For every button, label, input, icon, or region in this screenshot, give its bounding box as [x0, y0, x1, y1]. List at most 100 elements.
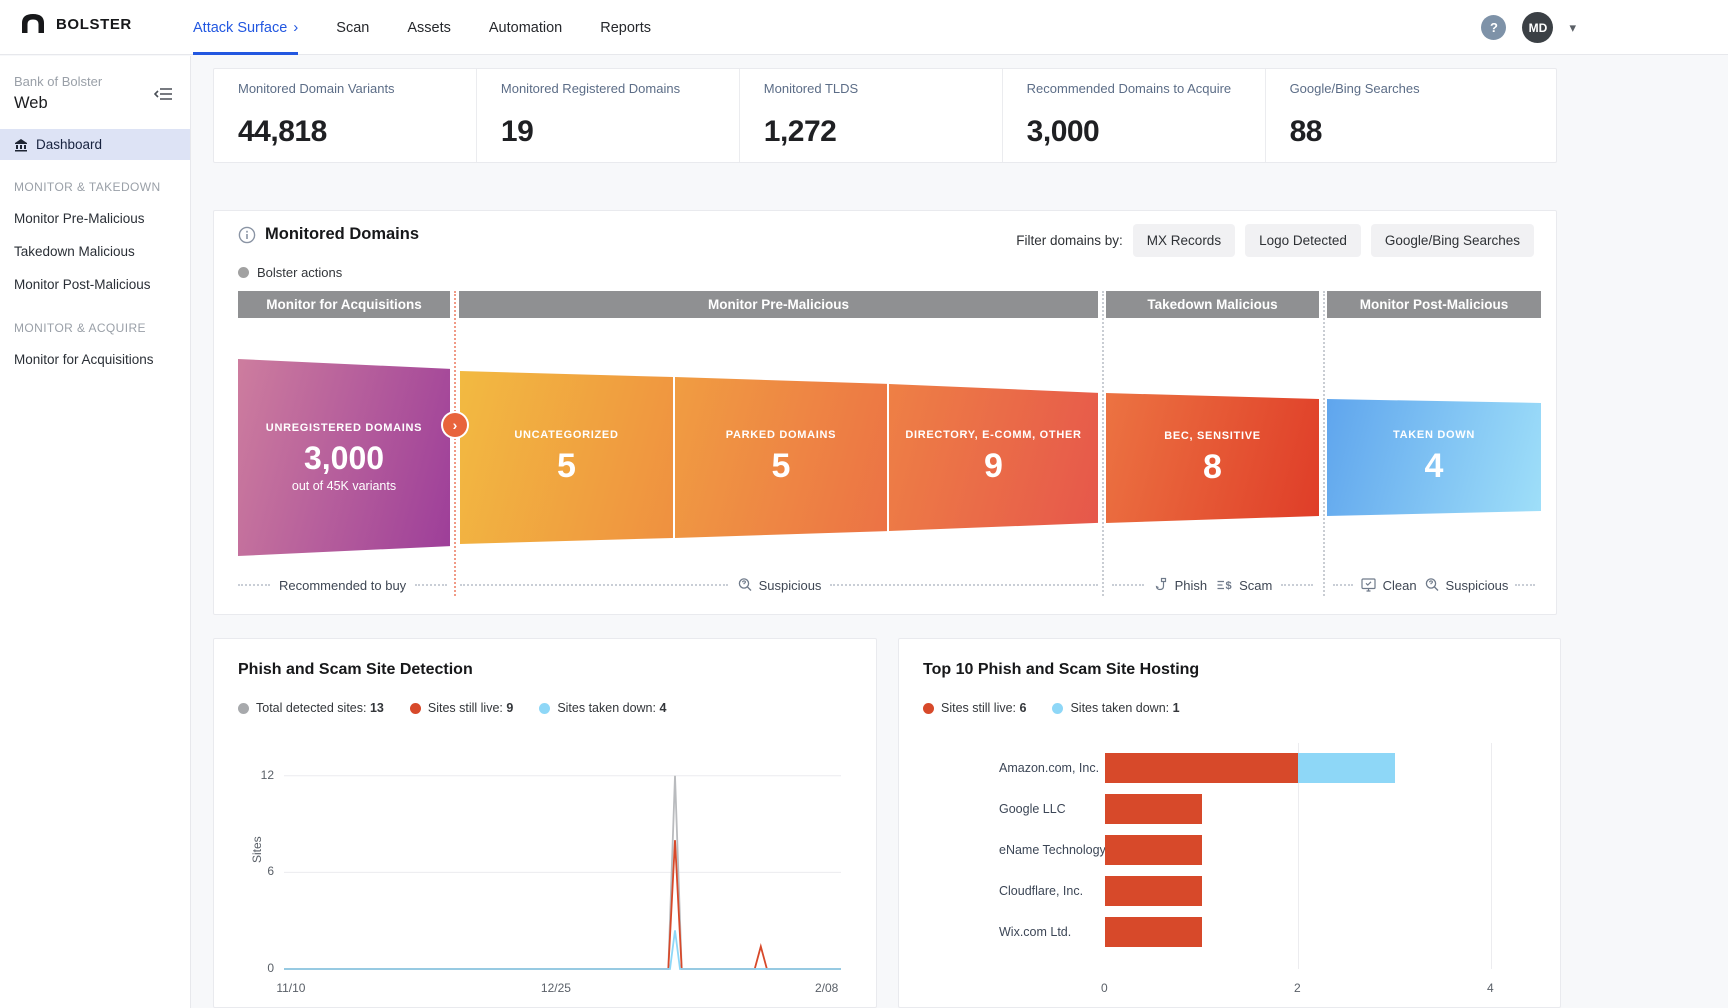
nav-reports[interactable]: Reports: [600, 0, 651, 55]
x-tick: 11/10: [276, 981, 305, 995]
primary-nav: Attack Surface› Scan Assets Automation R…: [193, 0, 651, 55]
bar-category-label: Amazon.com, Inc.: [999, 753, 1099, 783]
sites-still-live-line: [284, 840, 841, 969]
filter-logo-detected-button[interactable]: Logo Detected: [1245, 224, 1361, 257]
sites-still-live-bar[interactable]: [1105, 835, 1202, 865]
clean-status: Clean: [1360, 577, 1417, 593]
dotted-line: [1333, 584, 1353, 586]
phish-hook-icon: [1153, 577, 1169, 593]
dotted-line: [415, 584, 447, 586]
funnel-segment-parked-domains[interactable]: PARKED DOMAINS 5: [675, 377, 887, 538]
stat-label: Monitored Registered Domains: [501, 81, 739, 96]
column-header-monitor-post-malicious: Monitor Post-Malicious: [1327, 291, 1541, 318]
stat-label: Monitored TLDS: [764, 81, 1002, 96]
footer-post-malicious: Clean Suspicious: [1327, 575, 1541, 595]
help-button[interactable]: ?: [1481, 15, 1506, 40]
sites-still-live-bar[interactable]: [1105, 917, 1202, 947]
sidebar-collapse-button[interactable]: [154, 86, 174, 107]
dotted-line: [1112, 584, 1144, 586]
stat-label: Monitored Domain Variants: [238, 81, 476, 96]
funnel-segment-unregistered-domains[interactable]: UNREGISTERED DOMAINS 3,000 out of 45K va…: [238, 359, 450, 556]
footer-pre-malicious: Suspicious: [460, 575, 1098, 595]
legend-item[interactable]: Total detected sites: 13: [238, 701, 384, 715]
segment-value: 9: [984, 447, 1003, 486]
funnel-segment-taken-down[interactable]: TAKEN DOWN 4: [1327, 399, 1541, 516]
column-header-monitor-pre-malicious: Monitor Pre-Malicious: [459, 291, 1098, 318]
funnel-segment-directory-ecomm-other[interactable]: DIRECTORY, E-COMM, OTHER 9: [889, 384, 1098, 531]
sidebar-section-monitor-acquire: MONITOR & ACQUIRE: [0, 301, 190, 343]
legend-item[interactable]: Sites still live: 9: [410, 701, 513, 715]
brand: BOLSTER: [20, 12, 132, 36]
column-header-takedown-malicious: Takedown Malicious: [1106, 291, 1319, 318]
sites-still-live-bar[interactable]: [1105, 794, 1202, 824]
stat-monitored-registered-domains: Monitored Registered Domains 19: [477, 69, 740, 162]
segment-value: 3,000: [304, 440, 384, 477]
legend-dot: [238, 267, 249, 278]
filter-mx-records-button[interactable]: MX Records: [1133, 224, 1235, 257]
stat-value: 3,000: [1027, 115, 1265, 149]
y-tick: 6: [242, 864, 274, 878]
separator-premalicious-takedown: [1102, 291, 1104, 596]
dotted-line: [830, 584, 1098, 586]
nav-assets[interactable]: Assets: [407, 0, 451, 55]
segment-value: 5: [772, 447, 791, 486]
dotted-line: [460, 584, 728, 586]
detection-line-chart: [284, 763, 841, 975]
sidebar-item-monitor-for-acquisitions[interactable]: Monitor for Acquisitions: [0, 343, 190, 376]
workspace-name: Web: [14, 94, 176, 113]
x-tick: 2/08: [815, 981, 838, 995]
phish-scam-detection-card: Phish and Scam Site Detection Total dete…: [213, 638, 877, 1008]
stat-value: 1,272: [764, 115, 1002, 149]
nav-automation[interactable]: Automation: [489, 0, 562, 55]
suspicious-status: Suspicious: [737, 577, 822, 593]
funnel-flow-arrow-badge[interactable]: ›: [443, 413, 467, 437]
stat-value: 19: [501, 115, 739, 149]
sidebar-item-monitor-post-malicious[interactable]: Monitor Post-Malicious: [0, 268, 190, 301]
sidebar-item-label: Dashboard: [36, 137, 102, 152]
user-avatar[interactable]: MD: [1522, 12, 1553, 43]
y-tick: 0: [242, 961, 274, 975]
funnel-segment-bec-sensitive[interactable]: BEC, SENSITIVE 8: [1106, 393, 1319, 523]
stats-summary-card: Monitored Domain Variants 44,818 Monitor…: [213, 68, 1557, 163]
sites-still-live-bar[interactable]: [1105, 876, 1202, 906]
segment-label: DIRECTORY, E-COMM, OTHER: [905, 429, 1081, 441]
scam-money-icon: $: [1216, 577, 1233, 593]
sites-taken-down-bar[interactable]: [1298, 753, 1395, 783]
footer-acquisitions: Recommended to buy: [238, 575, 450, 595]
chevron-down-icon[interactable]: ▾: [1569, 20, 1576, 36]
filter-label: Filter domains by:: [1016, 233, 1123, 248]
funnel-segment-uncategorized[interactable]: UNCATEGORIZED 5: [460, 371, 673, 544]
bank-icon: [14, 138, 28, 152]
nav-right-controls: ? MD ▾: [1481, 0, 1576, 55]
column-header-monitor-for-acquisitions: Monitor for Acquisitions: [238, 291, 450, 318]
svg-text:$: $: [1226, 580, 1232, 592]
sidebar-item-dashboard[interactable]: Dashboard: [0, 129, 190, 160]
sidebar-item-monitor-pre-malicious[interactable]: Monitor Pre-Malicious: [0, 202, 190, 235]
legend-label: Sites taken down: 4: [557, 701, 666, 715]
collapse-sidebar-icon: [154, 86, 174, 102]
info-icon[interactable]: [238, 226, 256, 244]
top-hosting-card: Top 10 Phish and Scam Site Hosting Sites…: [898, 638, 1561, 1008]
sidebar-section-monitor-takedown: MONITOR & TAKEDOWN: [0, 160, 190, 202]
segment-value: 5: [557, 447, 576, 486]
sites-still-live-bar[interactable]: [1105, 753, 1298, 783]
segment-label: UNREGISTERED DOMAINS: [266, 422, 422, 434]
suspicious-status: Suspicious: [1424, 577, 1509, 593]
legend-item[interactable]: Sites taken down: 4: [539, 701, 666, 715]
magnifier-icon: [1424, 577, 1440, 593]
bolster-actions-legend: Bolster actions: [238, 265, 342, 280]
scam-status: $ Scam: [1216, 577, 1272, 593]
stat-label: Google/Bing Searches: [1290, 81, 1556, 96]
bar-category-label: Cloudflare, Inc.: [999, 876, 1083, 906]
nav-scan[interactable]: Scan: [336, 0, 369, 55]
filter-google-bing-searches-button[interactable]: Google/Bing Searches: [1371, 224, 1534, 257]
chevron-right-icon: ›: [293, 19, 298, 36]
hosting-bar-chart: Amazon.com, Inc.Google LLCeName Technolo…: [899, 639, 1560, 1007]
x-tick: 12/25: [541, 981, 571, 995]
sidebar-item-takedown-malicious[interactable]: Takedown Malicious: [0, 235, 190, 268]
legend-dot: [238, 703, 249, 714]
dotted-line: [238, 584, 270, 586]
x-tick: 0: [1101, 981, 1108, 995]
detection-chart-title: Phish and Scam Site Detection: [238, 661, 473, 679]
nav-attack-surface[interactable]: Attack Surface›: [193, 0, 298, 55]
